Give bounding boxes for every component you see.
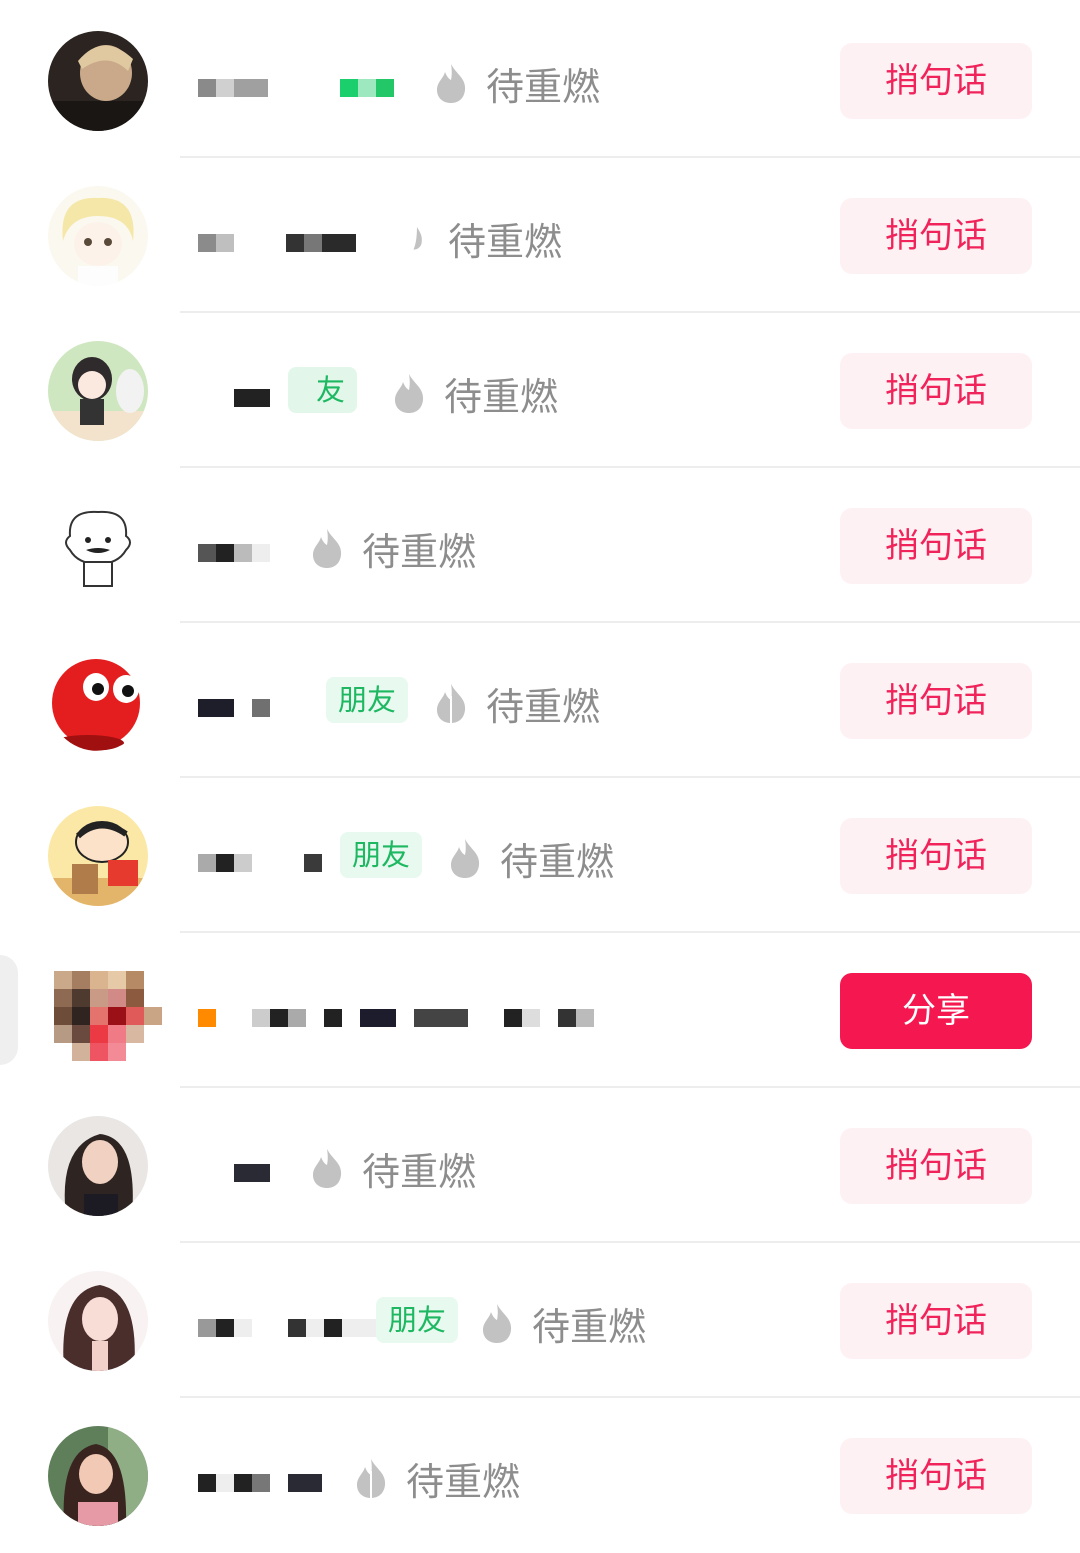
name-blurred-extra — [340, 61, 394, 97]
status-text: 待重燃 — [486, 684, 601, 729]
status-label: 待重燃 — [308, 523, 477, 574]
list-item[interactable]: 待重燃 捎句话 — [0, 468, 1080, 623]
send-message-button[interactable]: 捎句话 — [840, 198, 1032, 274]
send-message-button[interactable]: 捎句话 — [840, 43, 1032, 119]
send-message-button[interactable]: 捎句话 — [840, 818, 1032, 894]
friend-tag: 友 — [288, 367, 358, 413]
list-item[interactable]: 朋友 待重燃 捎句话 — [0, 1243, 1080, 1398]
avatar[interactable] — [48, 1426, 148, 1526]
send-message-button[interactable]: 捎句话 — [840, 1438, 1032, 1514]
friend-tag: 朋友 — [326, 677, 409, 723]
name-blurred — [198, 1301, 378, 1337]
avatar[interactable] — [48, 1116, 148, 1216]
name-blurred — [198, 1456, 322, 1492]
list-item[interactable]: 待重燃 捎句话 — [0, 158, 1080, 313]
status-label: 待重燃 — [308, 1143, 477, 1194]
avatar[interactable] — [54, 971, 162, 1063]
status-text: 待重燃 — [500, 839, 615, 884]
friend-tag: 朋友 — [376, 1297, 459, 1343]
share-button[interactable]: 分享 — [840, 973, 1032, 1049]
list-item[interactable]: 朋友 待重燃 捎句话 — [0, 623, 1080, 778]
name-blurred — [198, 991, 594, 1027]
avatar[interactable] — [48, 341, 148, 441]
status-label: 待重燃 — [432, 678, 601, 729]
send-message-button[interactable]: 捎句话 — [840, 1128, 1032, 1204]
status-text: 待重燃 — [486, 64, 601, 109]
avatar[interactable] — [48, 1271, 148, 1371]
status-text: 待重燃 — [362, 529, 477, 574]
avatar[interactable] — [48, 496, 148, 596]
list-item[interactable]: 分享 — [0, 933, 1080, 1088]
status-label: 待重燃 — [446, 833, 615, 884]
flame-icon — [357, 1459, 386, 1498]
flame-icon — [313, 529, 342, 568]
flame-icon — [451, 839, 480, 878]
list-item[interactable]: 待重燃 捎句话 — [0, 1398, 1080, 1553]
flame-icon — [413, 227, 422, 250]
edge-shadow — [0, 955, 18, 1065]
status-text: 待重燃 — [532, 1304, 647, 1349]
avatar[interactable] — [48, 806, 148, 906]
flame-icon — [395, 374, 424, 413]
list-item[interactable]: 待重燃 捎句话 — [0, 1088, 1080, 1243]
status-label: 待重燃 — [478, 1298, 647, 1349]
flame-icon — [313, 1149, 342, 1188]
send-message-button[interactable]: 捎句话 — [840, 663, 1032, 739]
friend-tag: 朋友 — [340, 832, 423, 878]
name-blurred — [234, 1146, 270, 1182]
send-message-button[interactable]: 捎句话 — [840, 353, 1032, 429]
status-label: 待重燃 — [352, 1453, 521, 1504]
flame-icon — [483, 1304, 512, 1343]
status-text: 待重燃 — [362, 1149, 477, 1194]
list-item[interactable]: 朋友 待重燃 捎句话 — [0, 778, 1080, 933]
name-blurred — [198, 216, 356, 252]
name-blurred — [198, 836, 322, 872]
status-label: 待重燃 — [390, 368, 559, 419]
contact-list: 待重燃 捎句话 待重燃 捎句话 友 待重燃 捎句话 待重燃 捎句话 朋友 待重燃… — [0, 0, 1080, 1548]
flame-icon — [437, 684, 466, 723]
avatar[interactable] — [48, 31, 148, 131]
status-text: 待重燃 — [448, 219, 563, 264]
name-blurred — [234, 371, 270, 407]
status-label: 待重燃 — [410, 213, 563, 264]
status-text: 待重燃 — [444, 374, 559, 419]
status-label: 待重燃 — [432, 58, 601, 109]
send-message-button[interactable]: 捎句话 — [840, 1283, 1032, 1359]
avatar[interactable] — [48, 186, 148, 286]
list-item[interactable]: 待重燃 捎句话 — [0, 3, 1080, 158]
name-blurred — [198, 526, 270, 562]
name-blurred — [198, 61, 268, 97]
name-blurred — [198, 681, 270, 717]
status-text: 待重燃 — [406, 1459, 521, 1504]
send-message-button[interactable]: 捎句话 — [840, 508, 1032, 584]
list-item[interactable]: 友 待重燃 捎句话 — [0, 313, 1080, 468]
flame-icon — [437, 64, 466, 103]
avatar[interactable] — [48, 651, 148, 751]
